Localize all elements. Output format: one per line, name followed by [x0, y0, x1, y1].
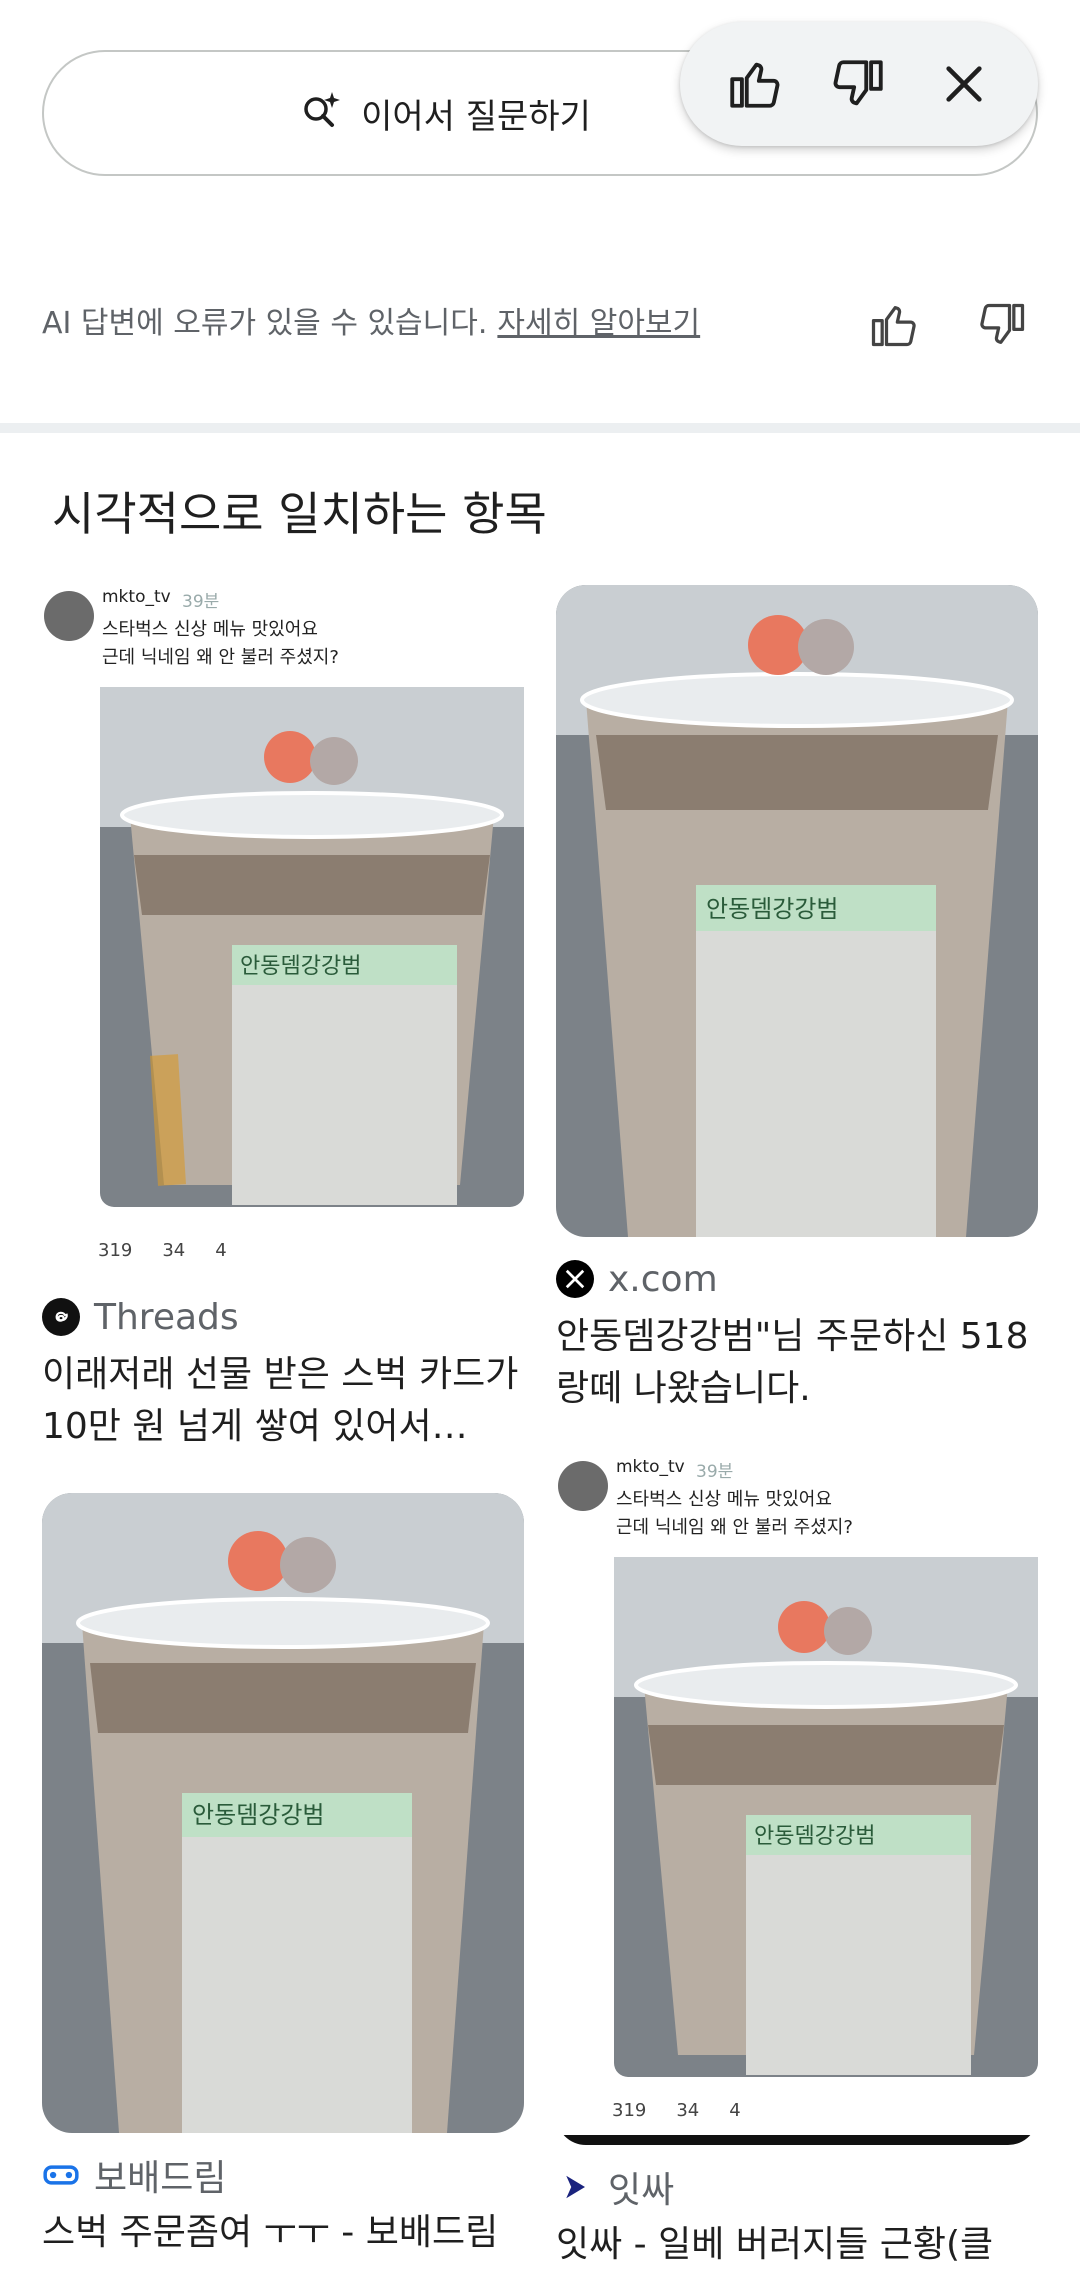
comment-count: 34: [162, 1239, 186, 1261]
result-card[interactable]: 안동뎀강강범 x.com 안동뎀강강범"님 주문하신 518랑떼 나왔습니다.: [556, 585, 1038, 1415]
result-card[interactable]: 안동뎀강강범 mkto_tv 39분 스타벅스 신상 메뉴 맛있어요 근데 닉네…: [556, 1455, 1038, 2271]
results-column-left: 안동뎀강강범 mkto_tv 39분 스타벅스 신상 메뉴 맛있어요 근데 닉네…: [42, 585, 524, 2285]
comment-count: 34: [676, 2099, 700, 2121]
post-text-line: 근데 닉네임 왜 안 불러 주셨지?: [102, 647, 339, 668]
follow-up-label: 이어서 질문하기: [361, 96, 591, 137]
drink-photo: 안동뎀강강범: [42, 1493, 524, 2133]
disclaimer-text: AI 답변에 오류가 있을 수 있습니다.: [42, 306, 488, 341]
result-title[interactable]: 이래저래 선물 받은 스벅 카드가 10만 원 넘게 쌓여 있어서…: [42, 1349, 524, 1453]
result-title[interactable]: 안동뎀강강범"님 주문하신 518랑떼 나왔습니다.: [556, 1311, 1038, 1415]
thumbs-down-icon[interactable]: [968, 290, 1038, 360]
source-row: Threads: [42, 1291, 524, 1343]
thumbs-up-icon[interactable]: [858, 290, 928, 360]
source-name: x.com: [608, 1258, 718, 1300]
result-title[interactable]: 스벅 주문좀여 ㅜㅜ - 보배드림: [42, 2207, 524, 2259]
post-text-line: 스타벅스 신상 메뉴 맛있어요: [102, 619, 318, 640]
result-thumbnail[interactable]: 안동뎀강강범 mkto_tv 39분 스타벅스 신상 메뉴 맛있어요 근데 닉네…: [556, 1455, 1038, 2145]
result-thumbnail[interactable]: 안동뎀강강범: [42, 1493, 524, 2133]
feedback-popup: [680, 22, 1038, 146]
ai-disclaimer-row: AI 답변에 오류가 있을 수 있습니다. 자세히 알아보기: [42, 290, 1038, 350]
result-thumbnail[interactable]: 안동뎀강강범 mkto_tv 39분 스타벅스 신상 메뉴 맛있어요 근데 닉네…: [42, 585, 524, 1275]
section-divider: [0, 423, 1080, 433]
cup-label: 안동뎀강강범: [192, 1801, 324, 1829]
drink-photo: 안동뎀강강범: [556, 585, 1038, 1237]
post-time: 39분: [696, 1462, 734, 1482]
cup-label: 안동뎀강강범: [240, 954, 361, 979]
cup-label: 안동뎀강강범: [754, 1824, 875, 1849]
repost-count: 4: [215, 1239, 227, 1261]
results-column-right: 안동뎀강강범 x.com 안동뎀강강범"님 주문하신 518랑떼 나왔습니다.: [556, 585, 1038, 2285]
source-row: x.com: [556, 1253, 1038, 1305]
x-logo-icon: [556, 1260, 594, 1298]
section-title: 시각적으로 일치하는 항목: [52, 487, 547, 541]
thumbs-up-icon[interactable]: [719, 49, 789, 119]
result-card[interactable]: 안동뎀강강범 mkto_tv 39분 스타벅스 신상 메뉴 맛있어요 근데 닉네…: [42, 585, 524, 1453]
post-text-line: 근데 닉네임 왜 안 불러 주셨지?: [616, 1517, 853, 1538]
post-stats: 319 34 4: [42, 1225, 524, 1275]
threads-icon: [42, 1298, 80, 1336]
result-card[interactable]: 안동뎀강강범 보배드림 스벅 주문좀여 ㅜㅜ - 보배드림: [42, 1493, 524, 2259]
thumbs-down-icon[interactable]: [824, 49, 894, 119]
close-icon[interactable]: [929, 49, 999, 119]
itssa-play-icon: [556, 2168, 594, 2206]
avatar: [44, 591, 94, 641]
result-thumbnail[interactable]: 안동뎀강강범: [556, 585, 1038, 1237]
post-handle: mkto_tv: [616, 1457, 685, 1477]
source-name: 보배드림: [94, 2158, 227, 2199]
post-header: mkto_tv 39분 스타벅스 신상 메뉴 맛있어요 근데 닉네임 왜 안 불…: [42, 585, 524, 685]
post-header: mkto_tv 39분 스타벅스 신상 메뉴 맛있어요 근데 닉네임 왜 안 불…: [556, 1455, 1038, 1555]
repost-count: 4: [729, 2099, 741, 2121]
avatar: [558, 1461, 608, 1511]
like-count: 319: [98, 1239, 133, 1261]
post-time: 39분: [182, 592, 220, 612]
sparkle-search-icon: [299, 89, 343, 137]
result-title[interactable]: 잇싸 - 일베 버러지들 근황(클: [556, 2219, 1038, 2271]
source-row: 잇싸: [556, 2161, 1038, 2213]
source-name: 잇싸: [608, 2170, 675, 2211]
source-row: 보배드림: [42, 2149, 524, 2201]
cup-label: 안동뎀강강범: [706, 895, 838, 923]
source-name: Threads: [94, 1296, 239, 1338]
bobaedream-icon: [42, 2156, 80, 2194]
learn-more-link[interactable]: 자세히 알아보기: [497, 298, 700, 342]
post-text-line: 스타벅스 신상 메뉴 맛있어요: [616, 1489, 832, 1510]
drink-photo: 안동뎀강강범: [556, 1455, 1038, 2145]
post-stats: 319 34 4: [556, 2085, 1038, 2135]
drink-photo: 안동뎀강강범: [42, 585, 524, 1275]
post-handle: mkto_tv: [102, 587, 171, 607]
like-count: 319: [612, 2099, 647, 2121]
